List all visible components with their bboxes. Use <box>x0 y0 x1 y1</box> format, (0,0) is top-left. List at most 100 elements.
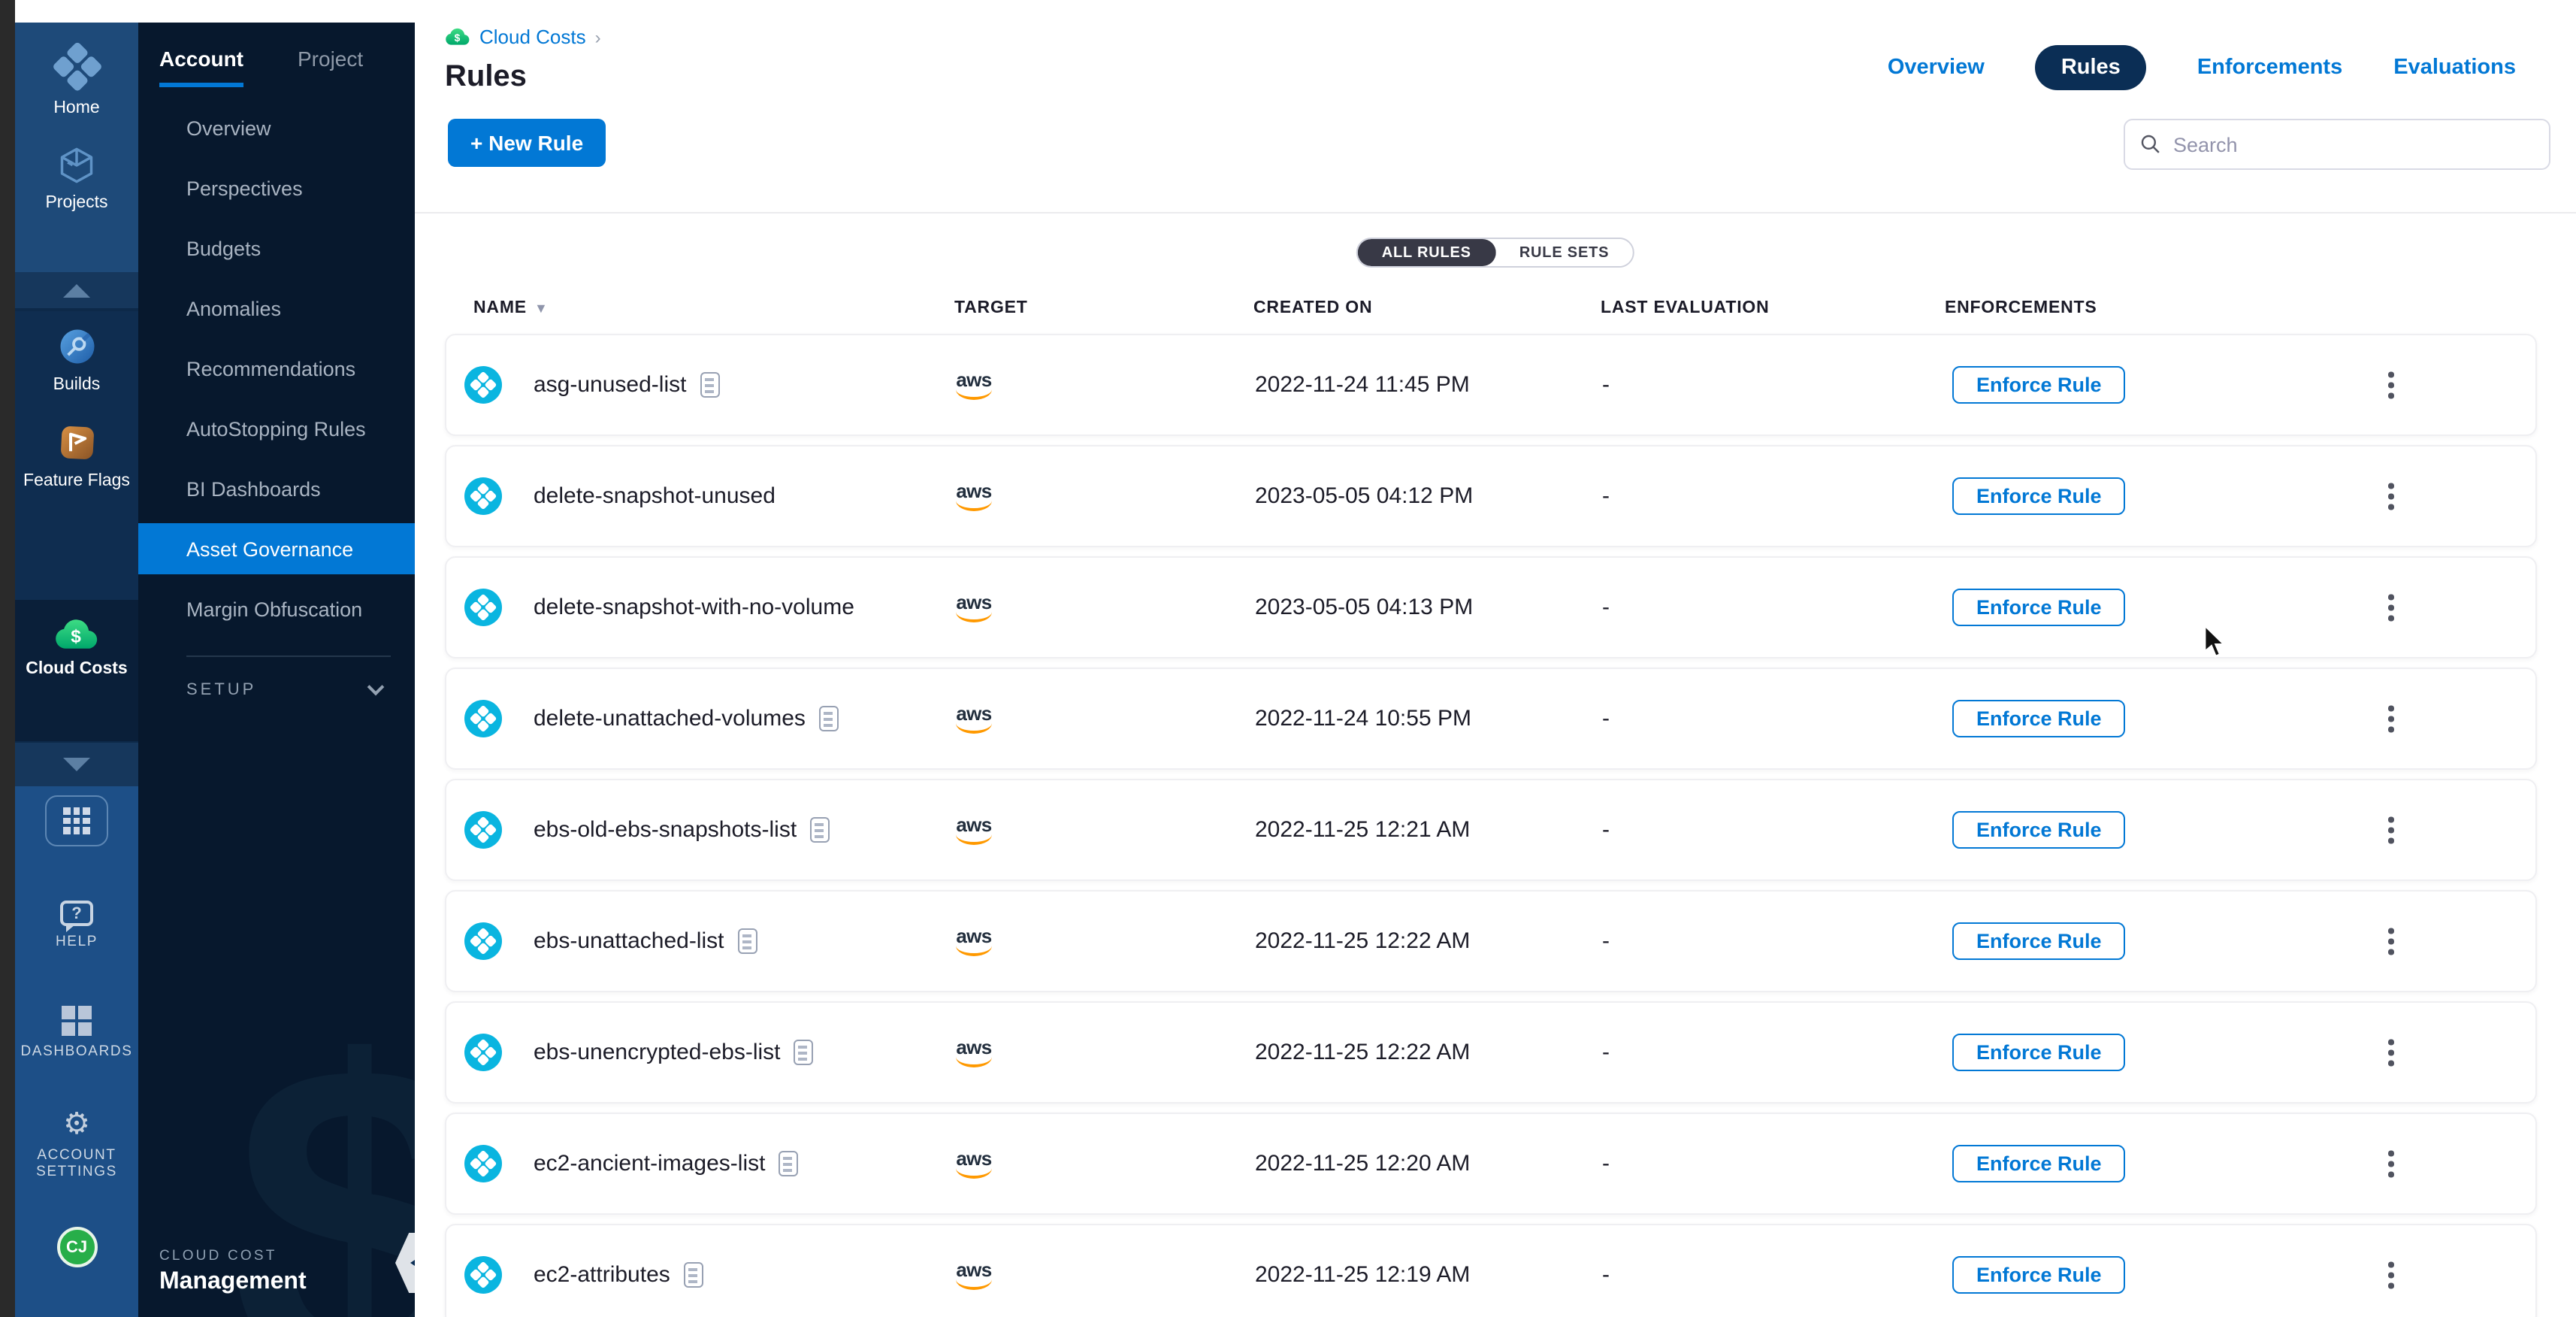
enforce-rule-button[interactable]: Enforce Rule <box>1952 1145 2126 1182</box>
rail-item-feature-flags[interactable]: Feature Flags <box>15 407 138 504</box>
rule-name[interactable]: delete-unattached-volumes <box>534 706 806 731</box>
row-menu-button[interactable] <box>2382 366 2399 404</box>
rule-name[interactable]: ec2-attributes <box>534 1262 670 1288</box>
module-picker-button[interactable] <box>45 795 108 846</box>
rail-item-cloud-costs-selected[interactable]: $ Cloud Costs <box>15 600 138 741</box>
row-menu-button[interactable] <box>2382 589 2399 627</box>
rail-item-help[interactable]: ? HELP <box>56 886 98 964</box>
row-menu-button[interactable] <box>2382 1256 2399 1294</box>
created-on-value: 2022-11-25 12:20 AM <box>1255 1151 1470 1176</box>
rail-item-home[interactable]: Home <box>15 35 138 131</box>
search-input[interactable] <box>2173 133 2534 156</box>
ccm-sidebar: Account Project Overview Perspectives Bu… <box>138 23 415 1317</box>
sidebar-item-recommendations[interactable]: Recommendations <box>138 343 415 394</box>
enforce-rule-button[interactable]: Enforce Rule <box>1952 366 2126 404</box>
sidebar-item-autostopping-rules[interactable]: AutoStopping Rules <box>138 403 415 454</box>
table-row[interactable]: delete-snapshot-unused aws 2023-05-05 04… <box>445 445 2537 547</box>
user-avatar[interactable]: CJ <box>56 1227 97 1267</box>
clipboard-icon[interactable] <box>810 817 830 843</box>
rule-icon <box>464 589 502 626</box>
rail-label: Builds <box>53 376 101 395</box>
tab-rules-active[interactable]: Rules <box>2036 45 2146 90</box>
sidebar-footer: CLOUD COST Management <box>159 1248 307 1296</box>
clipboard-icon[interactable] <box>738 928 757 954</box>
breadcrumb-cloud-costs-link[interactable]: Cloud Costs <box>479 26 586 48</box>
rule-name[interactable]: ebs-unencrypted-ebs-list <box>534 1040 781 1065</box>
clipboard-icon[interactable] <box>684 1262 703 1288</box>
row-menu-button[interactable] <box>2382 811 2399 849</box>
enforce-rule-button[interactable]: Enforce Rule <box>1952 922 2126 960</box>
tab-overview[interactable]: Overview <box>1888 56 1985 80</box>
rule-icon <box>464 366 502 404</box>
sidebar-item-overview[interactable]: Overview <box>138 102 415 153</box>
table-row[interactable]: ec2-attributes aws 2022-11-25 12:19 AM -… <box>445 1224 2537 1317</box>
sidebar-item-bi-dashboards[interactable]: BI Dashboards <box>138 463 415 514</box>
tab-evaluations[interactable]: Evaluations <box>2393 56 2516 80</box>
row-menu-button[interactable] <box>2382 1034 2399 1072</box>
table-row[interactable]: delete-snapshot-with-no-volume aws 2023-… <box>445 556 2537 658</box>
module-kicker: CLOUD COST <box>159 1248 307 1264</box>
clipboard-icon[interactable] <box>794 1040 814 1065</box>
table-row[interactable]: ebs-unencrypted-ebs-list aws 2022-11-25 … <box>445 1001 2537 1104</box>
rail-scroll-down[interactable] <box>15 741 138 786</box>
rail-item-dashboards[interactable]: DASHBOARDS <box>20 991 132 1074</box>
chat-question-icon: ? <box>60 901 93 926</box>
kebab-icon <box>2388 1151 2393 1177</box>
toggle-rule-sets[interactable]: RULE SETS <box>1495 239 1633 266</box>
col-last-evaluation: LAST EVALUATION <box>1601 299 1770 317</box>
rail-item-builds[interactable]: Builds <box>15 311 138 407</box>
rail-label: Projects <box>45 194 107 213</box>
sidebar-item-asset-governance[interactable]: Asset Governance <box>138 523 415 574</box>
tab-enforcements[interactable]: Enforcements <box>2197 56 2342 80</box>
clipboard-icon[interactable] <box>779 1151 798 1176</box>
builds-icon <box>56 326 97 367</box>
rule-name[interactable]: delete-snapshot-unused <box>534 483 776 509</box>
rule-name[interactable]: delete-snapshot-with-no-volume <box>534 595 854 620</box>
rule-name[interactable]: ebs-old-ebs-snapshots-list <box>534 817 797 843</box>
enforce-rule-button[interactable]: Enforce Rule <box>1952 477 2126 515</box>
svg-text:$: $ <box>71 626 81 646</box>
enforce-rule-button[interactable]: Enforce Rule <box>1952 811 2126 849</box>
rule-icon <box>464 700 502 737</box>
enforce-rule-button[interactable]: Enforce Rule <box>1952 1034 2126 1071</box>
row-menu-button[interactable] <box>2382 1145 2399 1183</box>
table-row[interactable]: ebs-unattached-list aws 2022-11-25 12:22… <box>445 890 2537 992</box>
rule-name[interactable]: ec2-ancient-images-list <box>534 1151 765 1176</box>
setup-section-toggle[interactable]: SETUP <box>138 657 415 699</box>
rail-scroll-up[interactable] <box>15 272 138 311</box>
sidebar-item-perspectives[interactable]: Perspectives <box>138 162 415 213</box>
row-menu-button[interactable] <box>2382 922 2399 961</box>
row-menu-button[interactable] <box>2382 477 2399 516</box>
new-rule-button[interactable]: + New Rule <box>448 119 606 167</box>
aws-target-icon: aws <box>956 1149 992 1179</box>
table-row[interactable]: ec2-ancient-images-list aws 2022-11-25 1… <box>445 1113 2537 1215</box>
search-icon <box>2140 134 2161 155</box>
table-row[interactable]: ebs-old-ebs-snapshots-list aws 2022-11-2… <box>445 779 2537 881</box>
rail-top-group: Home Projects <box>15 23 138 272</box>
col-target: TARGET <box>954 299 1028 317</box>
last-evaluation-value: - <box>1602 372 1610 398</box>
col-name[interactable]: NAME▼ <box>473 299 549 317</box>
table-row[interactable]: delete-unattached-volumes aws 2022-11-24… <box>445 668 2537 770</box>
rule-name[interactable]: asg-unused-list <box>534 372 686 398</box>
rail-item-account-settings[interactable]: ⚙ ACCOUNT SETTINGS <box>33 1095 120 1194</box>
tab-project[interactable]: Project <box>298 47 363 87</box>
sidebar-item-budgets[interactable]: Budgets <box>138 223 415 274</box>
rule-name[interactable]: ebs-unattached-list <box>534 928 724 954</box>
tab-account[interactable]: Account <box>159 47 243 87</box>
toggle-all-rules[interactable]: ALL RULES <box>1358 239 1495 266</box>
table-row[interactable]: asg-unused-list aws 2022-11-24 11:45 PM … <box>445 334 2537 436</box>
enforce-rule-button[interactable]: Enforce Rule <box>1952 589 2126 626</box>
clipboard-icon[interactable] <box>819 706 839 731</box>
created-on-value: 2022-11-25 12:22 AM <box>1255 1040 1470 1065</box>
row-menu-button[interactable] <box>2382 700 2399 738</box>
enforce-rule-button[interactable]: Enforce Rule <box>1952 1256 2126 1294</box>
sidebar-item-margin-obfuscation[interactable]: Margin Obfuscation <box>138 583 415 634</box>
enforce-rule-button[interactable]: Enforce Rule <box>1952 700 2126 737</box>
created-on-value: 2022-11-24 11:45 PM <box>1255 372 1470 398</box>
rules-table-body: asg-unused-list aws 2022-11-24 11:45 PM … <box>445 334 2537 1317</box>
rail-item-projects[interactable]: Projects <box>15 131 138 226</box>
search-box <box>2124 119 2550 170</box>
sidebar-item-anomalies[interactable]: Anomalies <box>138 283 415 334</box>
clipboard-icon[interactable] <box>700 372 719 398</box>
